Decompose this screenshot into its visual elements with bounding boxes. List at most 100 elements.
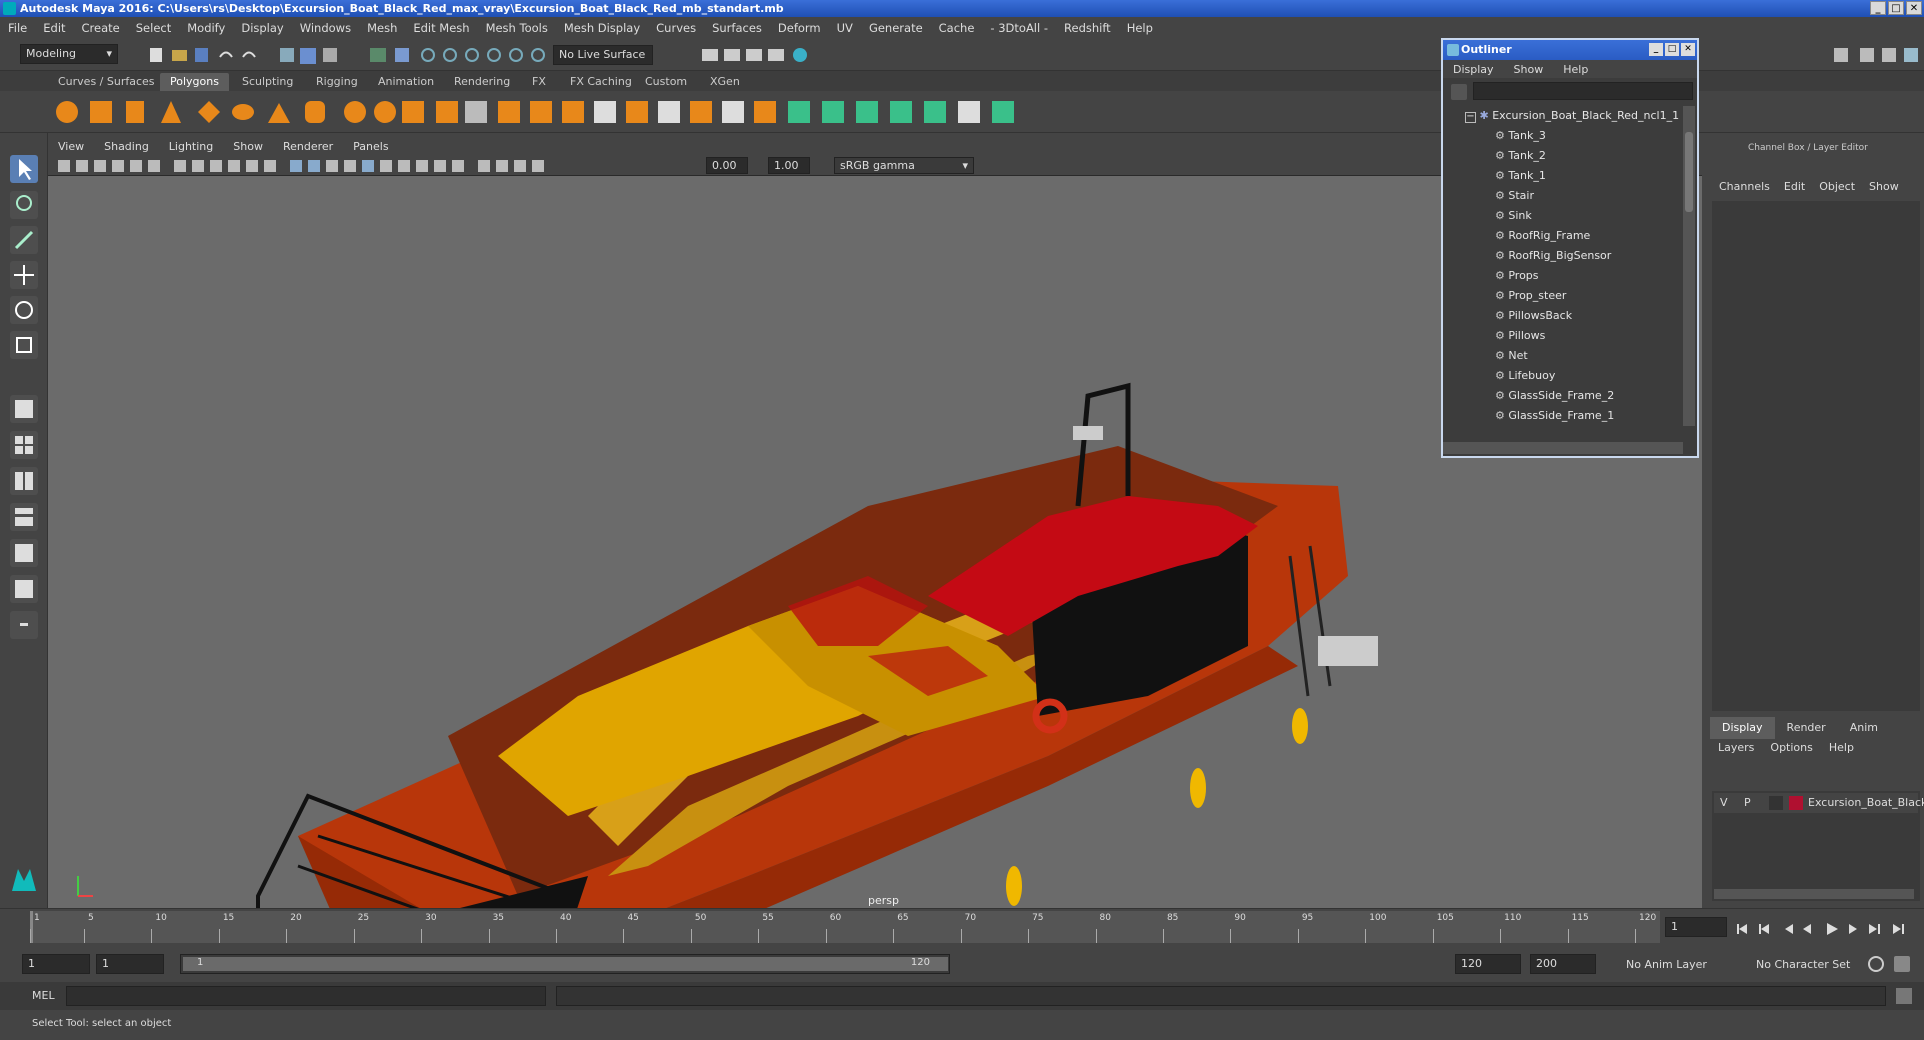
scale-tool-button[interactable] [10,331,38,359]
panel-menu-view[interactable]: View [48,140,94,153]
paint-select-tool-button[interactable] [10,226,38,254]
layout-more-button[interactable] [10,611,38,639]
menu-edit-mesh[interactable]: Edit Mesh [405,21,477,35]
collapse-icon[interactable]: − [1465,112,1476,123]
command-input[interactable] [66,986,546,1006]
shelf-tab-animation[interactable]: Animation [368,73,444,91]
shelf-icons[interactable] [50,91,1200,133]
menu-uv[interactable]: UV [829,21,861,35]
outliner-item[interactable]: ⚙ PillowsBack [1495,306,1572,326]
menu-windows[interactable]: Windows [292,21,359,35]
lasso-tool-button[interactable] [10,191,38,219]
menu-redshift[interactable]: Redshift [1056,21,1119,35]
exposure-field[interactable]: 0.00 [706,157,748,174]
layout-graph-button[interactable] [10,539,38,567]
select-tool-button[interactable] [10,155,38,183]
layer-menu-options[interactable]: Options [1762,741,1820,754]
outliner-scrollbar[interactable] [1683,106,1695,426]
start-time-field[interactable]: 1 [22,954,90,974]
panel-menu-panels[interactable]: Panels [343,140,398,153]
color-space-dropdown[interactable]: sRGB gamma ▾ [834,157,974,174]
outliner-menu-help[interactable]: Help [1553,63,1598,76]
anim-layer-dropdown[interactable]: No Anim Layer [1620,956,1740,974]
menu-display[interactable]: Display [233,21,291,35]
layer-tab-display[interactable]: Display [1710,717,1775,739]
panel-menu-lighting[interactable]: Lighting [159,140,223,153]
command-language[interactable]: MEL [32,989,55,1002]
mode-menu[interactable]: Modeling ▾ [20,44,118,64]
rotate-tool-button[interactable] [10,296,38,324]
range-slider[interactable]: 1 120 [180,954,950,974]
character-set-dropdown[interactable]: No Character Set [1750,956,1870,974]
channel-list[interactable] [1712,201,1920,711]
outliner-close-button[interactable]: ✕ [1681,43,1695,56]
outliner-menu-show[interactable]: Show [1504,63,1554,76]
menu-mesh-display[interactable]: Mesh Display [556,21,648,35]
outliner-item[interactable]: ⚙ Net [1495,346,1528,366]
preferences-icon[interactable] [1894,956,1910,972]
outliner-item[interactable]: ⚙ RoofRig_Frame [1495,226,1590,246]
outliner-item[interactable]: ⚙ Tank_2 [1495,146,1546,166]
panel-menu-show[interactable]: Show [223,140,273,153]
layer-name[interactable]: Excursion_Boat_Black_ [1808,796,1924,809]
channel-menu-object[interactable]: Object [1812,180,1862,193]
channel-menu-channels[interactable]: Channels [1712,180,1777,193]
outliner-item[interactable]: ⚙ Tank_1 [1495,166,1546,186]
minimize-button[interactable]: _ [1870,1,1886,15]
outliner-item[interactable]: ⚙ Props [1495,266,1539,286]
gamma-field[interactable]: 1.00 [768,157,810,174]
layout-outliner-button[interactable] [10,503,38,531]
shelf-tab-sculpting[interactable]: Sculpting [232,73,303,91]
time-ruler[interactable]: 1 5 10 15 20 25 30 35 40 45 50 55 60 65 70 75 80 85 90 95 10… [30,911,1660,943]
time-slider[interactable]: 1 5 10 15 20 25 30 35 40 45 50 55 60 65 70 75 80 85 90 95 10… [0,908,1924,948]
outliner-hscrollbar[interactable] [1443,442,1683,454]
shelf-tab-rigging[interactable]: Rigging [306,73,368,91]
playback-controls[interactable] [1735,919,1920,939]
anim-start-field[interactable]: 1 [96,954,164,974]
outliner-item[interactable]: ⚙ Lifebuoy [1495,366,1555,386]
menu-cache[interactable]: Cache [931,21,983,35]
outliner-item[interactable]: ⚙ Prop_steer [1495,286,1566,306]
shelf-tab-fx[interactable]: FX [522,73,556,91]
layer-tab-anim[interactable]: Anim [1838,717,1890,739]
layout-two-button[interactable] [10,467,38,495]
menu-edit[interactable]: Edit [35,21,73,35]
layer-row[interactable]: V P Excursion_Boat_Black_ [1714,793,1924,813]
live-surface-field[interactable]: No Live Surface [553,45,653,65]
outliner-root-item[interactable]: − ✱ Excursion_Boat_Black_Red_ncl1_1 [1465,106,1679,126]
shelf-tab-fx-caching[interactable]: FX Caching [560,73,642,91]
menu-file[interactable]: File [0,21,35,35]
layer-hscrollbar[interactable] [1714,889,1914,899]
menu-mesh[interactable]: Mesh [359,21,405,35]
shelf-tab-polygons[interactable]: Polygons [160,73,229,91]
layer-menu-help[interactable]: Help [1821,741,1862,754]
filter-icon[interactable] [1451,84,1467,100]
outliner-item[interactable]: ⚙ GlassSide_Frame_1 [1495,406,1614,426]
move-tool-button[interactable] [10,261,38,289]
shelf-tab-curves-surfaces[interactable]: Curves / Surfaces [48,73,165,91]
outliner-menu-display[interactable]: Display [1443,63,1504,76]
range-slider-handle[interactable]: 1 120 [183,957,948,971]
layer-visibility-toggle[interactable]: V [1720,796,1728,809]
anim-end-field[interactable]: 200 [1530,954,1596,974]
menu-modify[interactable]: Modify [179,21,233,35]
render-tools[interactable] [700,45,820,65]
shelf-tab-xgen[interactable]: XGen [700,73,750,91]
outliner-item[interactable]: ⚙ GlassSide_Frame_2 [1495,386,1614,406]
outliner-item[interactable]: ⚙ Sink [1495,206,1532,226]
menu-surfaces[interactable]: Surfaces [704,21,770,35]
file-tool-icons[interactable] [145,45,415,65]
menu-create[interactable]: Create [74,21,128,35]
outliner-scroll-thumb[interactable] [1685,132,1693,212]
auto-key-icon[interactable] [1868,956,1884,972]
layer-type-toggle[interactable] [1769,796,1783,810]
panel-tool-icons[interactable] [56,156,696,176]
menu-help[interactable]: Help [1119,21,1161,35]
outliner-item[interactable]: ⚙ Pillows [1495,326,1545,346]
channel-menu-edit[interactable]: Edit [1777,180,1812,193]
layer-menu-layers[interactable]: Layers [1710,741,1762,754]
script-editor-icon[interactable] [1896,988,1912,1004]
layout-hypershade-button[interactable] [10,575,38,603]
single-view-button[interactable] [10,395,38,423]
panel-menu-renderer[interactable]: Renderer [273,140,343,153]
